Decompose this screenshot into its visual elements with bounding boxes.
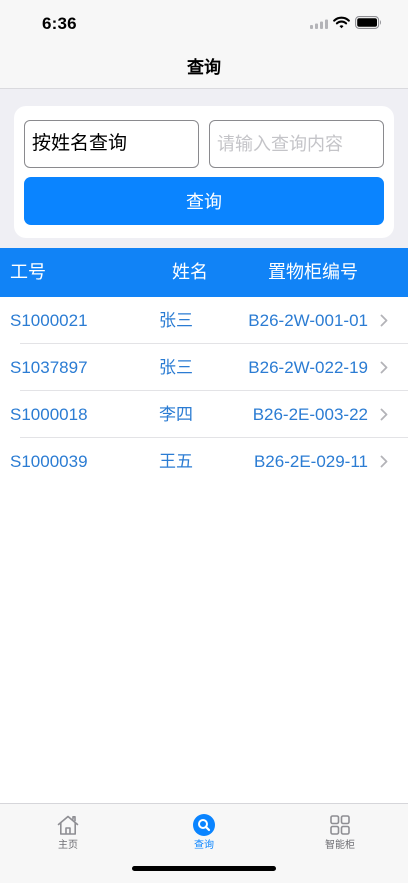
employee-id: S1000039	[10, 452, 88, 471]
search-mode-field[interactable]: 按姓名查询	[24, 120, 199, 168]
locker-number: B26-2W-022-19	[248, 358, 368, 377]
navigation-bar: 查询	[0, 48, 408, 89]
tab-home[interactable]: 主页	[0, 804, 136, 854]
signal-icon	[310, 19, 328, 29]
status-bar: 6:36	[0, 0, 408, 48]
tab-search[interactable]: 查询	[136, 804, 272, 854]
tab-bar: 主页 查询 智能柜	[0, 803, 408, 883]
status-time: 6:36	[42, 14, 77, 33]
tab-label: 主页	[58, 840, 78, 851]
result-list: S1000021 张三 B26-2W-001-01 S1037897 张三 B2…	[0, 297, 408, 485]
locker-number: B26-2E-029-11	[253, 452, 368, 471]
search-icon	[193, 814, 215, 836]
chevron-right-icon	[380, 408, 388, 421]
search-button[interactable]: 查询	[24, 177, 384, 225]
search-card: 按姓名查询 查询	[14, 106, 394, 238]
home-icon	[57, 815, 79, 835]
employee-id: S1000021	[10, 311, 88, 330]
table-header: 工号 姓名 置物柜编号	[0, 248, 408, 297]
wifi-icon	[333, 16, 350, 29]
tab-label: 智能柜	[325, 840, 355, 851]
employee-id: S1000018	[10, 405, 88, 424]
column-header-locker: 置物柜编号	[268, 262, 358, 282]
employee-name: 张三	[159, 311, 193, 330]
search-section: 按姓名查询 查询	[0, 89, 408, 248]
chevron-right-icon	[380, 314, 388, 327]
grid-icon	[330, 815, 350, 835]
locker-number: B26-2W-001-01	[248, 311, 368, 330]
employee-name: 张三	[159, 358, 193, 377]
employee-id: S1037897	[10, 358, 88, 377]
employee-name: 王五	[159, 452, 193, 471]
table-row[interactable]: S1000021 张三 B26-2W-001-01	[0, 297, 408, 344]
search-input[interactable]	[209, 120, 384, 168]
tab-label: 查询	[194, 840, 214, 851]
tab-smart-locker[interactable]: 智能柜	[272, 804, 408, 854]
chevron-right-icon	[380, 455, 388, 468]
column-header-name: 姓名	[172, 262, 208, 282]
table-row[interactable]: S1000018 李四 B26-2E-003-22	[0, 391, 408, 438]
page-title: 查询	[187, 58, 221, 77]
table-row[interactable]: S1000039 王五 B26-2E-029-11	[0, 438, 408, 485]
app-screen: 6:36 查询 按姓名查询 查询 工号 姓名 置物	[0, 0, 408, 883]
employee-name: 李四	[159, 405, 193, 424]
column-header-id: 工号	[10, 262, 46, 282]
battery-icon	[355, 16, 381, 29]
locker-number: B26-2E-003-22	[252, 405, 368, 424]
chevron-right-icon	[380, 361, 388, 374]
table-row[interactable]: S1037897 张三 B26-2W-022-19	[0, 344, 408, 391]
home-indicator	[132, 866, 276, 871]
